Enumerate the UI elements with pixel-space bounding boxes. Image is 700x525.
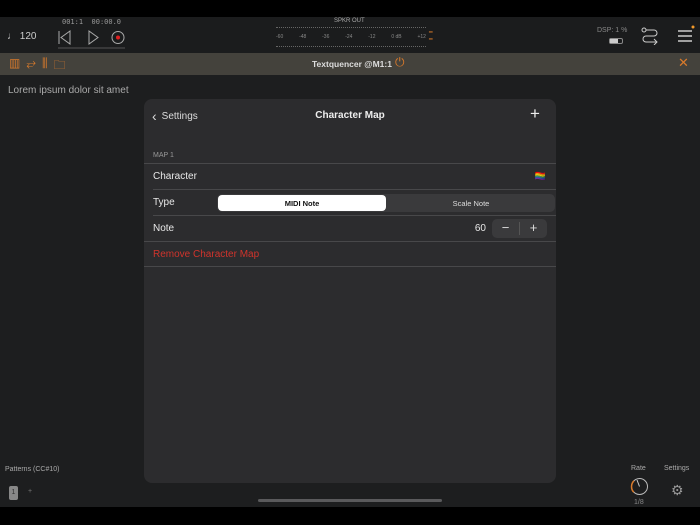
- meter-tick: -24: [345, 34, 353, 40]
- type-segmented-control: MIDI Note Scale Note: [217, 194, 555, 212]
- tempo-display[interactable]: ♩ 120: [7, 31, 36, 42]
- character-label: Character: [153, 171, 197, 182]
- character-map-dialog: ‹ Settings Character Map + MAP 1 Characte…: [144, 99, 556, 483]
- decrement-button[interactable]: −: [492, 221, 520, 235]
- add-pattern-button[interactable]: +: [28, 488, 32, 495]
- type-label: Type: [153, 197, 175, 208]
- home-indicator: [258, 499, 442, 502]
- mixer-icon[interactable]: ⫼: [42, 56, 54, 77]
- power-icon[interactable]: ⏻: [395, 55, 405, 70]
- section-header: MAP 1: [153, 152, 174, 159]
- remove-label: Remove Character Map: [153, 248, 260, 260]
- dsp-load: DSP: 1 %: [597, 27, 628, 34]
- position: 001:1: [62, 18, 84, 26]
- level-meter: -60 -48 -36 -24 -12 0 dB +12: [276, 27, 426, 47]
- note-label: Note: [153, 223, 175, 234]
- patterns-label: Patterns (CC#10): [5, 466, 60, 473]
- increment-button[interactable]: +: [520, 219, 547, 238]
- gear-icon[interactable]: ⚙: [671, 482, 684, 499]
- rate-knob[interactable]: [630, 477, 649, 496]
- settings-label: Settings: [664, 465, 690, 472]
- time: 00:00.0: [91, 18, 122, 26]
- meter-tick: +12: [417, 34, 426, 40]
- scale-note-option[interactable]: Scale Note: [387, 194, 555, 212]
- plugin-title: Textquencer @M1:1: [312, 59, 392, 69]
- type-row: Type MIDI Note Scale Note: [153, 189, 556, 215]
- meter-tick: -60: [276, 34, 284, 40]
- tempo-value: 120: [19, 31, 37, 42]
- clip-indicator: ━ ━: [429, 30, 433, 43]
- sequence-text[interactable]: Lorem ipsum dolor sit amet: [8, 85, 129, 96]
- folder-icon[interactable]: 🗀: [53, 56, 71, 77]
- battery-icon: [609, 38, 623, 44]
- rate-label: Rate: [631, 465, 646, 472]
- note-stepper: − +: [492, 219, 547, 238]
- position-display: 001:1 00:00.0: [62, 18, 121, 26]
- sequence-icon[interactable]: ⥂: [26, 56, 42, 77]
- meter-tick: 0 dB: [391, 34, 402, 40]
- transport-bar: ♩ 120 001:1 00:00.0 SPKR OUT -60 -48 -36 -2…: [0, 17, 700, 53]
- dialog-title: Character Map: [315, 110, 385, 121]
- meter-tick: -36: [322, 34, 330, 40]
- character-value[interactable]: 🏳️‍🌈: [535, 171, 546, 182]
- meter-label: SPKR OUT: [334, 18, 365, 24]
- rate-value: 1/8: [634, 499, 644, 506]
- note-value: 60: [474, 223, 486, 234]
- meter-tick: -12: [368, 34, 376, 40]
- pattern-1-button[interactable]: 1: [9, 486, 18, 500]
- routing-icon[interactable]: [641, 27, 659, 45]
- midi-note-option[interactable]: MIDI Note: [218, 195, 386, 211]
- record-icon[interactable]: [111, 31, 125, 44]
- add-map-button[interactable]: +: [530, 104, 540, 124]
- meter-tick: -48: [299, 34, 307, 40]
- note-row: Note 60 − +: [153, 215, 556, 241]
- keyboard-icon[interactable]: ▥: [9, 56, 26, 77]
- transport-controls: [58, 30, 125, 49]
- rewind-icon[interactable]: [58, 30, 71, 45]
- close-icon[interactable]: ✕: [678, 55, 689, 71]
- menu-icon[interactable]: [677, 25, 695, 45]
- character-row[interactable]: Character 🏳️‍🌈: [144, 163, 556, 189]
- play-icon[interactable]: [88, 30, 99, 45]
- remove-map-button[interactable]: Remove Character Map: [144, 241, 556, 267]
- plugin-bar: ▥ ⥂ ⫼ 🗀 Textquencer @M1:1 ⏻ ✕: [0, 53, 700, 75]
